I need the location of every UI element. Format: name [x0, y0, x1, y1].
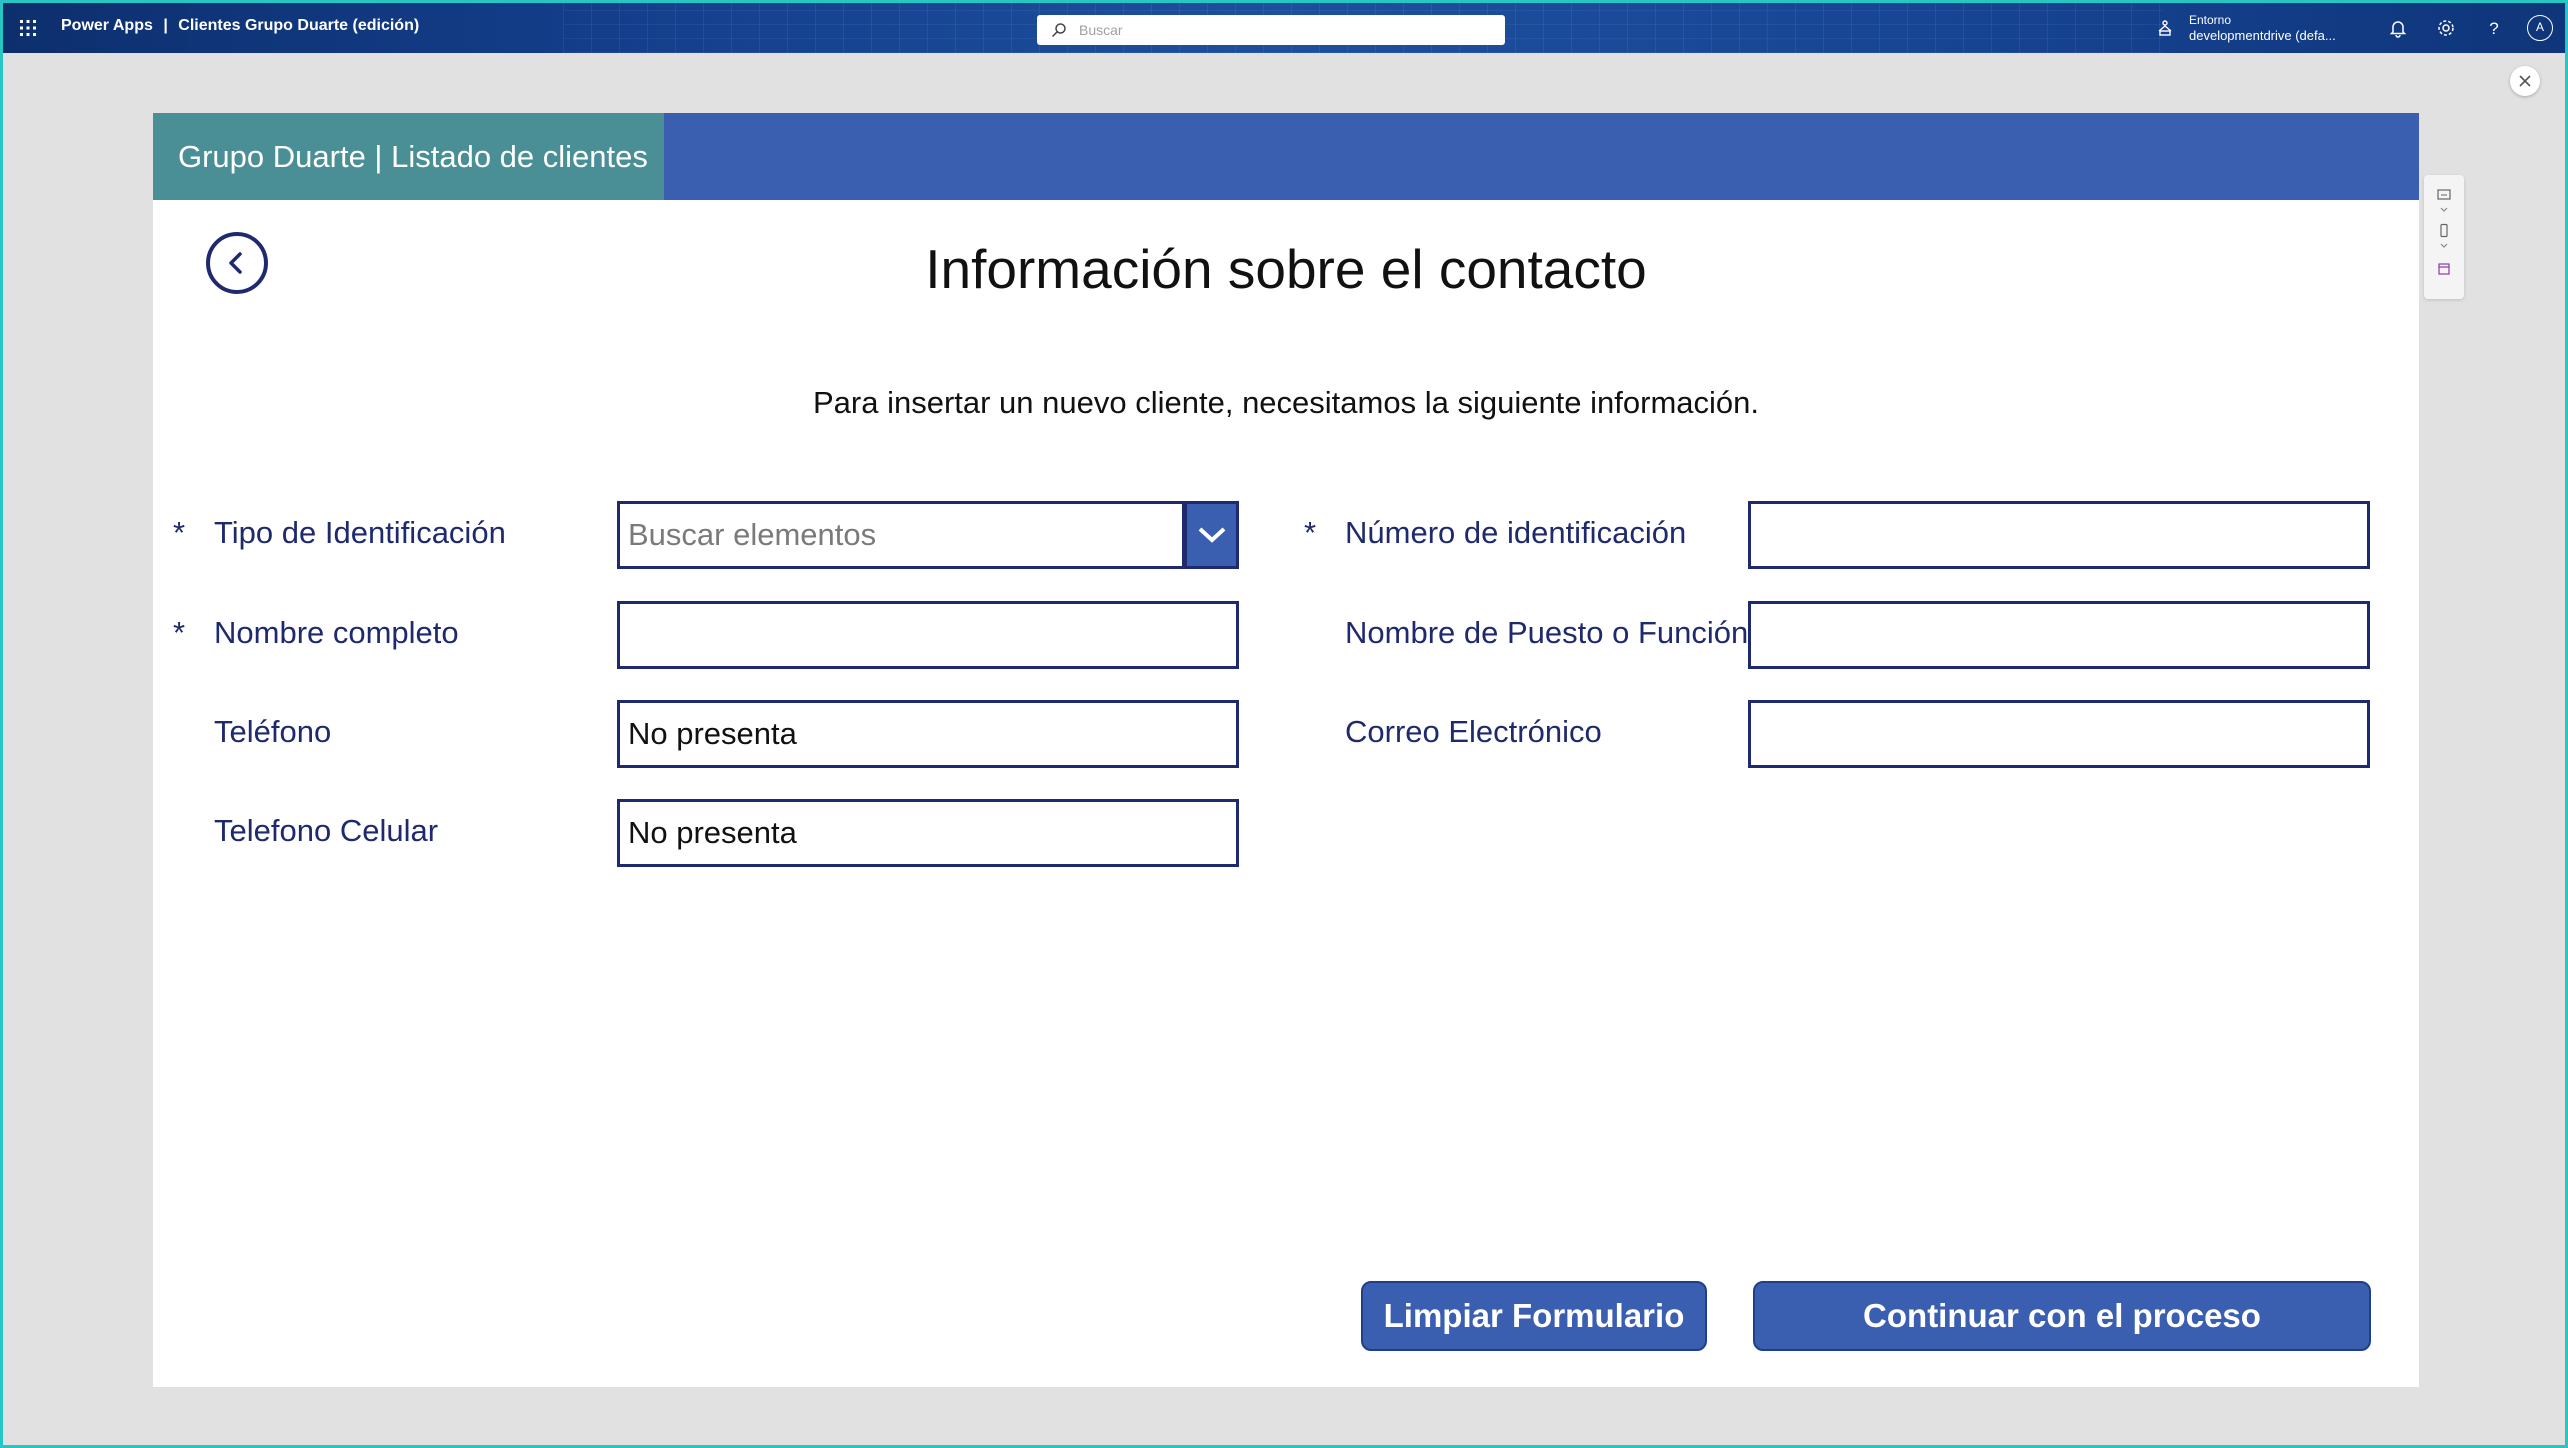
app-header-title: Grupo Duarte | Listado de clientes	[153, 113, 664, 200]
label-telefono: Teléfono	[214, 714, 332, 749]
puesto-input[interactable]	[1748, 601, 2370, 669]
chevron-down-icon[interactable]	[2436, 205, 2452, 215]
search-input[interactable]	[1077, 21, 1481, 39]
environment-icon	[2158, 20, 2172, 36]
product-name[interactable]: Power Apps	[61, 17, 153, 34]
environment-label: Entorno	[2189, 13, 2232, 27]
clear-form-button[interactable]: Limpiar Formulario	[1361, 1281, 1707, 1351]
preview-side-toolbar	[2424, 175, 2464, 299]
required-marker: *	[173, 615, 186, 650]
screen-size-icon[interactable]	[2436, 187, 2452, 203]
close-icon	[2519, 75, 2531, 87]
label-telefono-celular: Telefono Celular	[214, 813, 439, 848]
document-title: Clientes Grupo Duarte (edición)	[178, 17, 420, 34]
telefono-input[interactable]	[617, 700, 1239, 768]
phone-icon[interactable]	[2436, 223, 2452, 239]
continue-button[interactable]: Continuar con el proceso	[1753, 1281, 2371, 1351]
close-button[interactable]	[2510, 66, 2540, 96]
help-icon[interactable]: ?	[2483, 17, 2505, 39]
environment-name: developmentdrive (defa...	[2189, 28, 2336, 43]
power-apps-header: Power Apps | Clientes Grupo Duarte (edic…	[3, 3, 2565, 53]
environment-picker[interactable]: Entorno developmentdrive (defa...	[2155, 13, 2336, 43]
chevron-down-icon	[1198, 527, 1225, 543]
calendar-icon[interactable]	[2436, 261, 2452, 277]
nombre-completo-input[interactable]	[617, 601, 1239, 669]
telefono-celular-input[interactable]	[617, 799, 1239, 867]
label-puesto: Nombre de Puesto o Función	[1345, 615, 1749, 650]
bell-icon[interactable]	[2387, 17, 2409, 39]
app-canvas: Grupo Duarte | Listado de clientes Infor…	[153, 113, 2419, 1387]
chevron-down-icon[interactable]	[2436, 241, 2452, 251]
page-title: Información sobre el contacto	[925, 238, 1647, 300]
label-numero-identificacion: Número de identificación	[1345, 515, 1687, 550]
svg-text:?: ?	[2489, 19, 2498, 38]
global-search[interactable]	[1037, 15, 1505, 45]
label-tipo-identificacion: Tipo de Identificación	[214, 515, 506, 550]
breadcrumb-separator: |	[163, 17, 168, 34]
app-breadcrumb: Power Apps | Clientes Grupo Duarte (edic…	[61, 17, 419, 35]
search-icon	[1051, 23, 1066, 38]
form-subtitle: Para insertar un nuevo cliente, necesita…	[812, 385, 1759, 420]
avatar[interactable]: A	[2527, 15, 2553, 41]
label-nombre-completo: Nombre completo	[214, 615, 459, 650]
gear-icon[interactable]	[2435, 17, 2457, 39]
correo-input[interactable]	[1748, 700, 2370, 768]
label-correo: Correo Electrónico	[1345, 714, 1602, 749]
tipo-identificacion-combobox[interactable]	[617, 501, 1185, 569]
numero-identificacion-input[interactable]	[1748, 501, 2370, 569]
required-marker: *	[173, 515, 186, 550]
required-marker: *	[1304, 515, 1317, 550]
combobox-dropdown-button[interactable]	[1184, 501, 1239, 569]
waffle-icon[interactable]	[19, 19, 37, 37]
